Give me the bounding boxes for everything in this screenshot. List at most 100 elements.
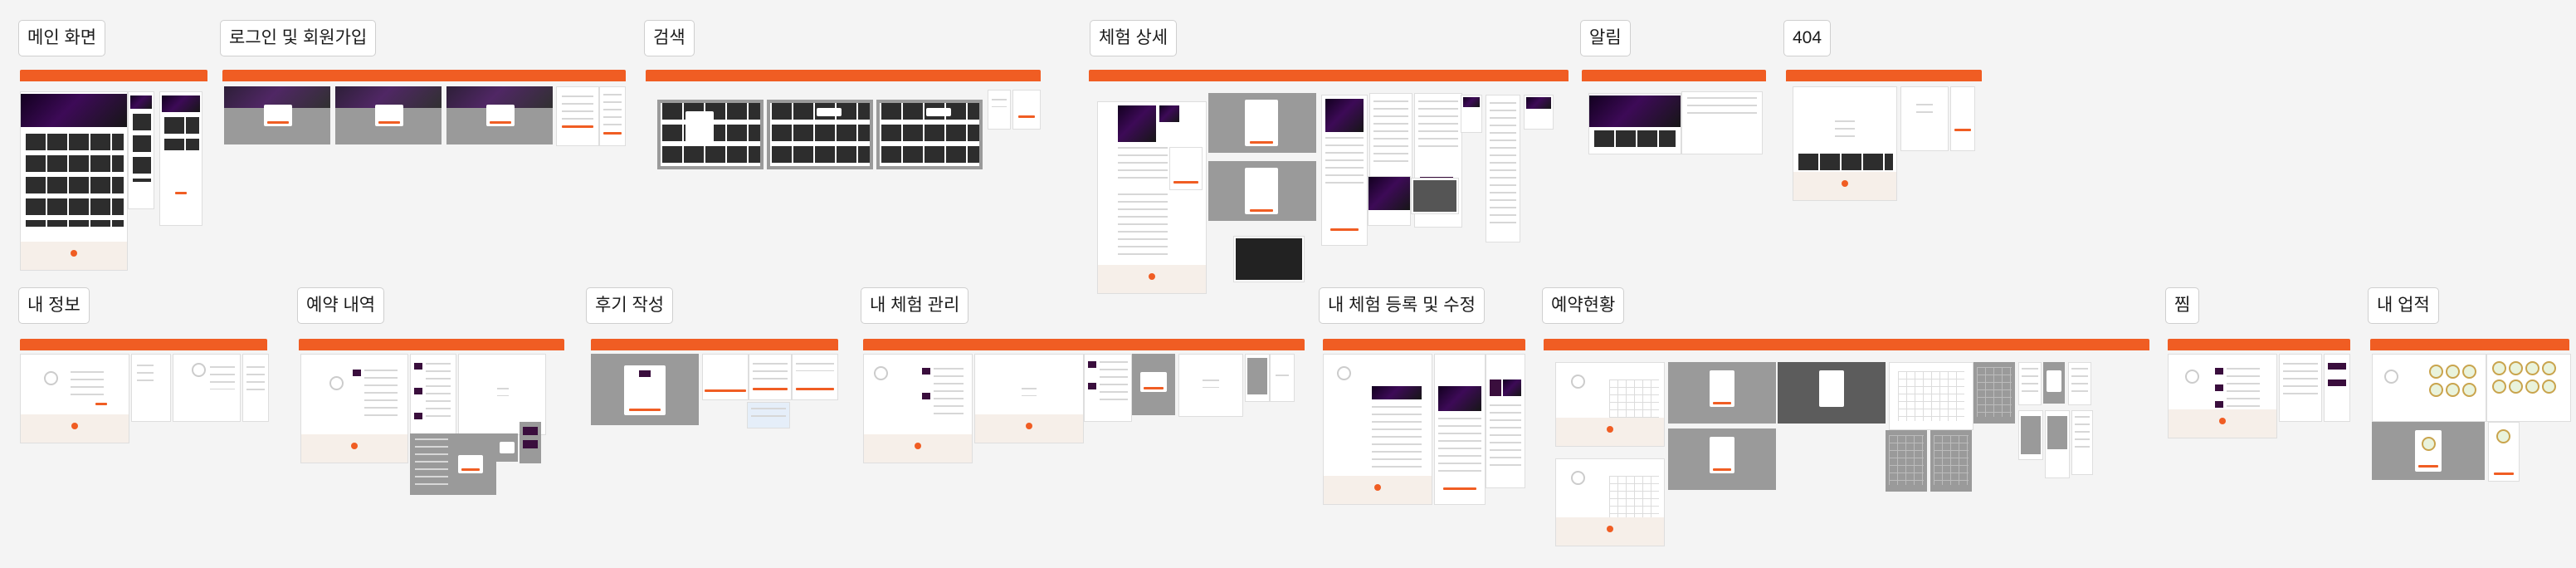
manage-screen-empty[interactable] — [974, 354, 1084, 443]
close-button[interactable] — [2494, 473, 2514, 475]
section-label-main[interactable]: 메인 화면 — [18, 20, 106, 56]
status-mobile-screen-3[interactable] — [2068, 362, 2091, 405]
reservation-detail-modal[interactable] — [1819, 370, 1844, 407]
booking-card[interactable] — [1169, 147, 1203, 190]
search-button[interactable] — [1018, 115, 1035, 118]
status-tablet-modal-3[interactable] — [1930, 430, 1972, 492]
alarm-screen-main[interactable] — [1588, 93, 1681, 154]
notfound-screen-tablet[interactable] — [1900, 86, 1949, 151]
cta-button[interactable] — [175, 192, 187, 194]
submit-review-button[interactable] — [629, 409, 661, 411]
register-screen-mobile[interactable] — [1486, 354, 1525, 488]
signup-button[interactable] — [378, 121, 400, 124]
status-screen-calendar-2[interactable] — [1555, 458, 1665, 546]
status-mobile-screen-5[interactable] — [2045, 410, 2070, 478]
go-home-button[interactable] — [1954, 129, 1971, 131]
myinfo-screen-desktop[interactable] — [20, 354, 129, 443]
section-label-myinfo[interactable]: 내 정보 — [18, 287, 90, 324]
section-label-detail[interactable]: 체험 상세 — [1090, 20, 1178, 56]
search-dropdown[interactable] — [685, 111, 714, 144]
detail-modal-screen-1[interactable] — [1208, 93, 1316, 153]
section-label-search[interactable]: 검색 — [644, 20, 695, 56]
login-form-screen[interactable] — [556, 86, 599, 146]
manage-screen-desktop[interactable] — [863, 354, 973, 463]
main-page-frame-mobile[interactable] — [159, 91, 202, 226]
section-label-wishlist[interactable]: 찜 — [2165, 287, 2200, 324]
delete-button[interactable] — [1144, 387, 1164, 389]
section-label-login[interactable]: 로그인 및 회원가입 — [220, 20, 377, 56]
status-screen-calendar-1[interactable] — [1555, 362, 1665, 447]
reservation-calendar[interactable] — [1609, 476, 1659, 521]
myinfo-screen-edit[interactable] — [173, 354, 241, 422]
myinfo-screen-mobile[interactable] — [242, 354, 269, 422]
login-error-modal[interactable] — [486, 105, 515, 126]
confirm-modal[interactable] — [500, 442, 515, 453]
status-tablet-modal[interactable] — [1973, 362, 2015, 424]
review-modal-screen-1[interactable] — [591, 354, 699, 425]
search-results-screen-2[interactable] — [767, 100, 873, 169]
login-modal-screen-3[interactable] — [446, 86, 553, 144]
submit-review-button[interactable] — [796, 388, 834, 390]
manage-screen-mobile-empty[interactable] — [1270, 354, 1295, 402]
notfound-screen-mobile[interactable] — [1950, 86, 1975, 151]
login-button[interactable] — [267, 121, 289, 124]
achievements-screen-desktop[interactable] — [2372, 354, 2486, 422]
status-mobile-screen-2[interactable] — [2043, 362, 2065, 404]
achievements-modal-screen[interactable] — [2372, 422, 2485, 480]
status-modal-screen-3[interactable] — [1668, 428, 1776, 490]
signup-form-screen[interactable] — [599, 86, 626, 146]
manage-delete-modal[interactable] — [1132, 354, 1175, 415]
section-label-manage[interactable]: 내 체험 관리 — [861, 287, 969, 324]
detail-modal-screen-2[interactable] — [1208, 161, 1316, 221]
section-label-reservations[interactable]: 예약 내역 — [297, 287, 385, 324]
register-screen-edit[interactable] — [1434, 354, 1486, 505]
detail-mobile-screen[interactable] — [1321, 95, 1368, 246]
status-modal-screen-1[interactable] — [1668, 362, 1776, 424]
manage-screen-list[interactable] — [1084, 354, 1132, 422]
achievements-screen-tablet[interactable] — [2486, 354, 2571, 422]
close-button[interactable] — [2418, 465, 2438, 468]
search-mobile-screen[interactable] — [1012, 90, 1041, 130]
submit-review-button[interactable] — [753, 388, 788, 390]
detail-side-screen[interactable] — [1461, 95, 1482, 133]
detail-photo-screen[interactable] — [1411, 178, 1459, 214]
reservations-mobile-modal[interactable] — [496, 433, 518, 462]
confirm-button[interactable] — [1250, 141, 1273, 144]
reservation-modal[interactable] — [1245, 168, 1278, 214]
submit-button[interactable] — [1443, 487, 1476, 490]
review-screen-upload[interactable] — [747, 402, 790, 428]
status-mobile-screen-6[interactable] — [2071, 410, 2093, 475]
status-tablet-modal-2[interactable] — [1886, 430, 1927, 492]
detail-page-frame[interactable] — [1097, 101, 1207, 294]
alarm-dropdown-screen[interactable] — [1681, 91, 1763, 154]
detail-photo-viewer[interactable] — [1233, 236, 1305, 282]
cancel-modal[interactable] — [458, 455, 483, 473]
delete-modal[interactable] — [1140, 372, 1167, 392]
reservations-cancel-modal[interactable] — [410, 433, 496, 495]
reservations-mobile-list[interactable] — [520, 422, 541, 463]
search-results-screen-1[interactable] — [657, 100, 764, 169]
section-label-review[interactable]: 후기 작성 — [586, 287, 674, 324]
section-label-register[interactable]: 내 체험 등록 및 수정 — [1319, 287, 1485, 324]
detail-list-screen[interactable] — [1486, 95, 1520, 242]
reserve-button[interactable] — [1173, 181, 1198, 184]
manage-screen-tablet[interactable] — [1178, 354, 1243, 417]
sort-dropdown[interactable] — [926, 108, 951, 116]
signup-modal[interactable] — [375, 105, 403, 126]
login-modal-screen-1[interactable] — [224, 86, 330, 144]
main-page-frame-variant[interactable] — [128, 91, 154, 209]
approve-button[interactable] — [1713, 402, 1731, 404]
status-mobile-screen-4[interactable] — [2018, 410, 2043, 460]
main-page-frame[interactable] — [20, 91, 128, 271]
detail-compact-screen[interactable] — [1524, 95, 1554, 130]
save-button[interactable] — [95, 403, 107, 405]
reservation-detail-modal[interactable] — [2047, 370, 2061, 392]
search-results-screen-3[interactable] — [876, 100, 983, 169]
reserve-button[interactable] — [1330, 228, 1359, 231]
reject-button[interactable] — [1713, 468, 1731, 471]
status-screen-tablet[interactable] — [1889, 362, 1973, 430]
section-label-achievements[interactable]: 내 업적 — [2368, 287, 2439, 324]
submit-button[interactable] — [603, 132, 622, 135]
status-mobile-screen-1[interactable] — [2018, 362, 2042, 405]
review-screen-form[interactable] — [749, 354, 792, 400]
